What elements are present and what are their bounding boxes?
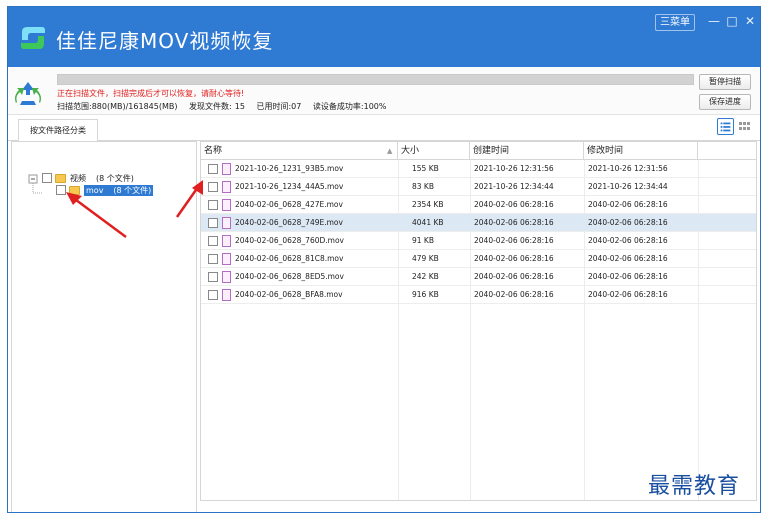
column-size[interactable]: 大小 xyxy=(398,142,470,160)
modified-time-cell: 2040-02-06 06:28:16 xyxy=(588,200,668,209)
row-checkbox[interactable] xyxy=(208,272,218,282)
video-file-icon xyxy=(222,289,231,301)
file-list: 名称 ▲ 大小 创建时间 修改时间 2021-10-26_1231_93B5.m… xyxy=(200,141,757,501)
modified-time-cell: 2040-02-06 06:28:16 xyxy=(588,272,668,281)
sort-ascending-icon: ▲ xyxy=(387,147,393,155)
read-success-rate: 读设备成功率:100% xyxy=(312,102,387,111)
file-name-cell: 2040-02-06_0628_8ED5.mov xyxy=(235,272,344,281)
grid-view-icon[interactable] xyxy=(736,118,753,135)
file-name-cell: 2040-02-06_0628_BFA8.mov xyxy=(235,290,343,299)
video-file-icon xyxy=(222,253,231,265)
tree-node-count: (8 个文件) xyxy=(96,173,134,183)
file-size-cell: 479 KB xyxy=(412,254,439,263)
file-size-cell: 155 KB xyxy=(412,164,439,173)
table-row[interactable]: 2040-02-06_0628_81C8.mov 479 KB 2040-02-06… xyxy=(201,250,756,268)
file-size-cell: 242 KB xyxy=(412,272,439,281)
minimize-button[interactable]: — xyxy=(706,13,722,29)
list-view-icon[interactable] xyxy=(717,118,734,135)
scan-status-panel: 正在扫描文件，扫描完成后才可以恢复，请耐心等待! 扫描范围:880(MB)/16… xyxy=(8,67,760,115)
close-button[interactable]: ✕ xyxy=(742,13,758,29)
file-size-cell: 2354 KB xyxy=(412,200,444,209)
elapsed-time: 已用时间:07 xyxy=(256,102,302,111)
maximize-button[interactable]: □ xyxy=(724,13,740,29)
row-checkbox[interactable] xyxy=(208,236,218,246)
scan-stats: 扫描范围:880(MB)/161845(MB) 发现文件数: 15 已用时间:07… xyxy=(57,101,395,112)
created-time-cell: 2040-02-06 06:28:16 xyxy=(474,290,554,299)
file-size-cell: 91 KB xyxy=(412,236,434,245)
pause-scan-button[interactable]: 暂停扫描 xyxy=(699,74,751,90)
file-name-cell: 2040-02-06_0628_81C8.mov xyxy=(235,254,344,263)
app-title: 佳佳尼康MOV视频恢复 xyxy=(56,29,274,53)
video-file-icon xyxy=(222,235,231,247)
tab-by-file-path[interactable]: 按文件路径分类 xyxy=(18,119,98,142)
modified-time-cell: 2021-10-26 12:31:56 xyxy=(588,164,668,173)
checkbox[interactable] xyxy=(42,173,52,183)
table-row[interactable]: 2040-02-06_0628_427E.mov 2354 KB 2040-02-0… xyxy=(201,196,756,214)
row-checkbox[interactable] xyxy=(208,254,218,264)
column-name[interactable]: 名称 xyxy=(201,142,398,160)
column-modified[interactable]: 修改时间 xyxy=(584,142,698,160)
found-count: 发现文件数: 15 xyxy=(189,102,245,111)
app-window: 佳佳尼康MOV视频恢复 三菜单 — □ ✕ 正在扫描文件，扫描完成后才可以恢复，… xyxy=(7,6,761,513)
column-created[interactable]: 创建时间 xyxy=(470,142,584,160)
annotation-arrow-right xyxy=(175,180,203,218)
created-time-cell: 2040-02-06 06:28:16 xyxy=(474,218,554,227)
recycle-icon xyxy=(15,82,41,105)
row-checkbox[interactable] xyxy=(208,290,218,300)
file-name-cell: 2040-02-06_0628_760D.mov xyxy=(235,236,344,245)
menu-button[interactable]: 三菜单 xyxy=(655,14,695,31)
scan-progress-bar xyxy=(57,74,694,85)
file-name-cell: 2040-02-06_0628_749E.mov xyxy=(235,218,343,227)
row-checkbox[interactable] xyxy=(208,164,218,174)
annotation-arrow-left xyxy=(66,192,127,239)
table-row[interactable]: 2040-02-06_0628_8ED5.mov 242 KB 2040-02-06… xyxy=(201,268,756,286)
scan-warning-message: 正在扫描文件，扫描完成后才可以恢复，请耐心等待! xyxy=(57,89,245,98)
table-row[interactable]: 2040-02-06_0628_760D.mov 91 KB 2040-02-06 … xyxy=(201,232,756,250)
modified-time-cell: 2040-02-06 06:28:16 xyxy=(588,290,668,299)
scan-progress-fill xyxy=(58,75,693,84)
created-time-cell: 2040-02-06 06:28:16 xyxy=(474,272,554,281)
created-time-cell: 2021-10-26 12:31:56 xyxy=(474,164,554,173)
created-time-cell: 2021-10-26 12:34:44 xyxy=(474,182,554,191)
tree-node-video[interactable]: 视频 (8 个文件) xyxy=(42,172,134,184)
file-name-cell: 2021-10-26_1231_93B5.mov xyxy=(235,164,344,173)
modified-time-cell: 2040-02-06 06:28:16 xyxy=(588,218,668,227)
table-row[interactable]: 2021-10-26_1231_93B5.mov 155 KB 2021-10-26… xyxy=(201,160,756,178)
file-name-cell: 2021-10-26_1234_44A5.mov xyxy=(235,182,344,191)
file-size-cell: 916 KB xyxy=(412,290,439,299)
file-size-cell: 83 KB xyxy=(412,182,434,191)
video-file-icon xyxy=(222,181,231,193)
app-logo-icon xyxy=(21,27,45,49)
title-bar: 佳佳尼康MOV视频恢复 三菜单 — □ ✕ xyxy=(8,7,760,67)
file-size-cell: 4041 KB xyxy=(412,218,444,227)
scan-range: 扫描范围:880(MB)/161845(MB) xyxy=(57,102,178,111)
folder-icon xyxy=(55,173,66,183)
created-time-cell: 2040-02-06 06:28:16 xyxy=(474,236,554,245)
created-time-cell: 2040-02-06 06:28:16 xyxy=(474,254,554,263)
file-name-cell: 2040-02-06_0628_427E.mov xyxy=(235,200,343,209)
modified-time-cell: 2040-02-06 06:28:16 xyxy=(588,236,668,245)
tree-node-label: 视频 xyxy=(70,173,86,183)
modified-time-cell: 2040-02-06 06:28:16 xyxy=(588,254,668,263)
watermark-logo: 最需教育 xyxy=(648,474,741,499)
table-row[interactable]: 2021-10-26_1234_44A5.mov 83 KB 2021-10-26 … xyxy=(201,178,756,196)
video-file-icon xyxy=(222,163,231,175)
table-row[interactable]: 2040-02-06_0628_BFA8.mov 916 KB 2040-02-06… xyxy=(201,286,756,304)
video-file-icon xyxy=(222,199,231,211)
created-time-cell: 2040-02-06 06:28:16 xyxy=(474,200,554,209)
table-row[interactable]: 2040-02-06_0628_749E.mov 4041 KB 2040-02-0… xyxy=(201,214,756,232)
file-list-header: 名称 ▲ 大小 创建时间 修改时间 xyxy=(201,142,756,160)
modified-time-cell: 2021-10-26 12:34:44 xyxy=(588,182,668,191)
video-file-icon xyxy=(222,271,231,283)
video-file-icon xyxy=(222,217,231,229)
tab-bar: 按文件路径分类 xyxy=(8,115,760,142)
save-progress-button[interactable]: 保存进度 xyxy=(699,94,751,110)
